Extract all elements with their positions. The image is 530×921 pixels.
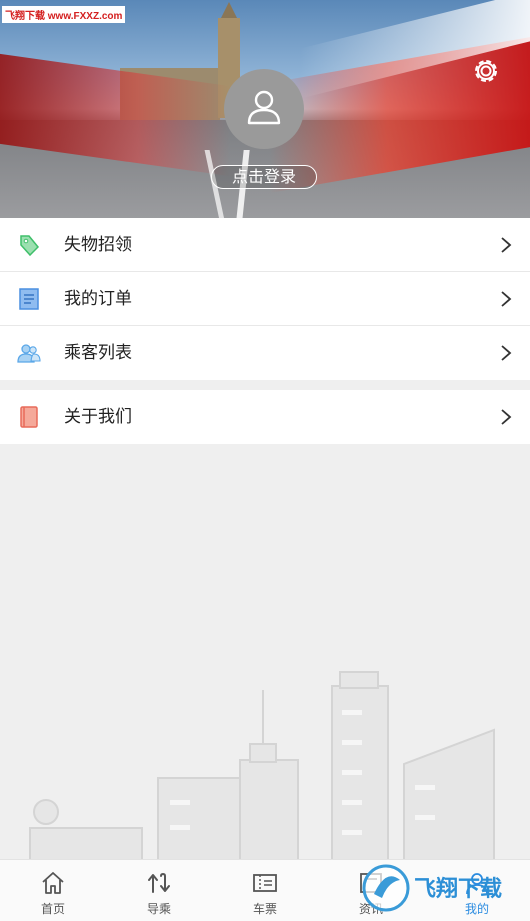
chevron-right-icon — [501, 237, 512, 253]
tab-guide[interactable]: 导乘 — [106, 860, 212, 921]
menu-item-my-orders[interactable]: 我的订单 — [0, 272, 530, 326]
menu-item-label: 乘客列表 — [64, 343, 132, 363]
gear-icon[interactable] — [472, 57, 500, 85]
tab-tickets[interactable]: 车票 — [212, 860, 318, 921]
chevron-right-icon — [501, 291, 512, 307]
tab-label: 导乘 — [146, 902, 171, 916]
tab-home[interactable]: 首页 — [0, 860, 106, 921]
watermark-text: 飞翔下载 www.FXXZ.com — [2, 6, 126, 23]
order-icon — [19, 288, 39, 310]
menu-item-passengers[interactable]: 乘客列表 — [0, 326, 530, 380]
site-logo-watermark: 飞翔下载 — [362, 864, 502, 912]
menu-item-lost-found[interactable]: 失物招领 — [0, 218, 530, 272]
home-icon — [42, 872, 64, 894]
city-skyline-illustration — [29, 671, 495, 860]
brand-watermark-text: 飞翔下载 — [414, 876, 502, 902]
tab-label: 首页 — [40, 902, 65, 916]
user-icon — [247, 90, 281, 125]
login-button[interactable]: 点击登录 — [211, 165, 317, 189]
menu-item-label: 我的订单 — [64, 289, 132, 309]
tag-icon — [20, 235, 40, 257]
menu-item-label: 失物招领 — [64, 235, 132, 255]
guide-icon — [148, 873, 170, 893]
tab-label: 车票 — [252, 902, 277, 916]
avatar[interactable] — [224, 69, 304, 149]
menu-group-account: 失物招领 我的订单 乘客列表 — [0, 218, 530, 380]
menu-item-about-us[interactable]: 关于我们 — [0, 390, 530, 444]
menu-item-label: 关于我们 — [64, 407, 132, 427]
menu-group-about: 关于我们 — [0, 390, 530, 444]
chevron-right-icon — [501, 409, 512, 425]
book-icon — [20, 406, 38, 428]
chevron-right-icon — [501, 345, 512, 361]
passengers-icon — [17, 344, 41, 363]
ticket-icon — [253, 874, 277, 892]
